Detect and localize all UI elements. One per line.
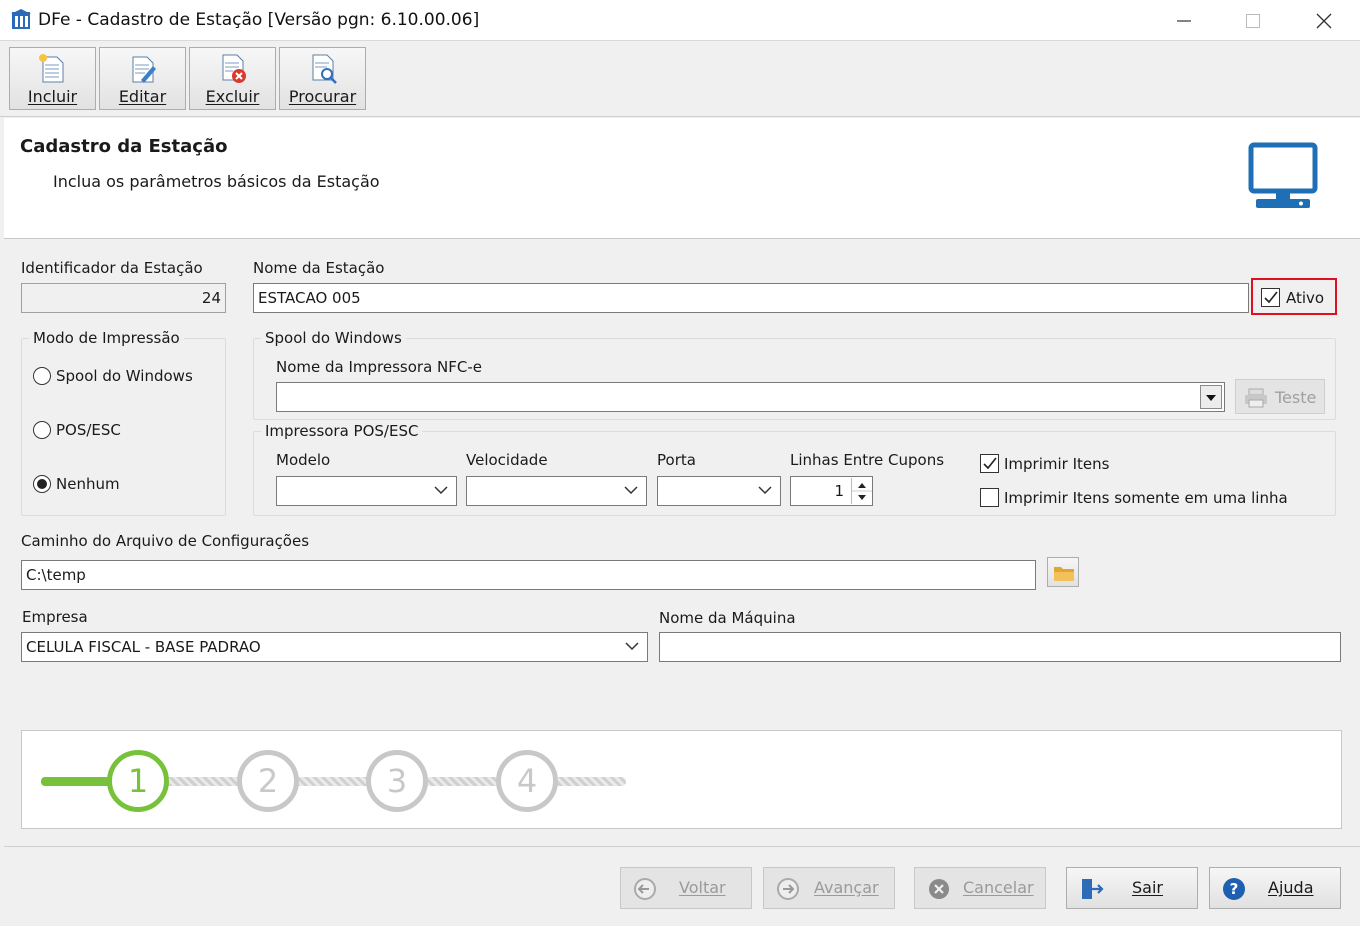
close-button[interactable] [1289, 0, 1359, 41]
config-path-label: Caminho do Arquivo de Configurações [21, 532, 310, 550]
close-icon [1316, 13, 1332, 28]
spin-arrows-icon [852, 483, 872, 500]
forward-arrow-icon [777, 878, 799, 900]
monitor-icon [1248, 142, 1318, 208]
avancar-button[interactable]: Avançar [763, 867, 895, 909]
test-button[interactable]: Teste [1235, 379, 1325, 414]
back-arrow-icon [634, 878, 656, 900]
wizard-step-3: 3 [366, 750, 428, 812]
voltar-label: Voltar [679, 878, 726, 897]
avancar-label: Avançar [814, 878, 879, 897]
radio-nenhum-label: Nenhum [56, 475, 120, 493]
editar-button[interactable]: Editar [99, 47, 186, 110]
printer-label: Nome da Impressora NFC-e [276, 358, 483, 376]
excluir-label: Excluir [205, 87, 260, 106]
printer-select[interactable] [276, 382, 1225, 412]
cancel-icon [929, 879, 949, 899]
radio-nenhum[interactable] [33, 475, 51, 493]
browse-folder-button[interactable] [1047, 557, 1079, 587]
footer-separator [4, 846, 1360, 847]
procurar-button[interactable]: Procurar [279, 47, 366, 110]
pos-legend: Impressora POS/ESC [261, 422, 423, 440]
id-field: 24 [21, 283, 226, 313]
page-subtitle: Inclua os parâmetros básicos da Estação [53, 172, 380, 191]
wizard-step-1: 1 [107, 750, 169, 812]
lines-spinner-buttons[interactable] [851, 478, 872, 504]
print-single-line-checkbox[interactable] [980, 488, 999, 507]
print-items-label: Imprimir Itens [1004, 455, 1110, 473]
print-single-line-label: Imprimir Itens somente em uma linha [1004, 489, 1288, 507]
sair-button[interactable]: Sair [1066, 867, 1198, 909]
voltar-button[interactable]: Voltar [620, 867, 752, 909]
app-logo-icon [11, 9, 31, 29]
printer-dropdown-button[interactable] [1200, 385, 1222, 409]
print-mode-group [21, 338, 226, 516]
ajuda-label: Ajuda [1268, 878, 1314, 897]
new-document-icon [39, 54, 64, 83]
machine-field[interactable] [659, 632, 1341, 662]
name-label: Nome da Estação [253, 259, 385, 277]
print-items-checkbox[interactable] [980, 454, 999, 473]
wizard-step-2: 2 [237, 750, 299, 812]
svg-text:?: ? [1230, 880, 1239, 898]
test-label: Teste [1275, 388, 1317, 407]
chevron-down-icon [434, 486, 448, 495]
incluir-label: Incluir [27, 87, 78, 106]
chevron-down-icon [758, 486, 772, 495]
printer-icon [1245, 388, 1267, 408]
ajuda-button[interactable]: ? Ajuda [1209, 867, 1341, 909]
page-title: Cadastro da Estação [20, 136, 228, 157]
radio-spool-label: Spool do Windows [56, 367, 193, 385]
name-field[interactable]: ESTACAO 005 [253, 283, 1249, 313]
model-select[interactable] [276, 476, 457, 506]
dropdown-arrow-icon [1206, 395, 1216, 401]
delete-document-icon [222, 54, 246, 83]
maximize-button[interactable] [1218, 0, 1288, 41]
port-select[interactable] [657, 476, 781, 506]
id-label: Identificador da Estação [21, 259, 203, 277]
cancelar-label: Cancelar [963, 878, 1034, 897]
sair-label: Sair [1132, 878, 1163, 897]
speed-label: Velocidade [466, 451, 548, 469]
exit-icon [1082, 879, 1104, 899]
spool-legend: Spool do Windows [261, 329, 406, 347]
cancelar-button[interactable]: Cancelar [914, 867, 1046, 909]
minimize-button[interactable] [1149, 0, 1219, 41]
radio-pos-esc[interactable] [33, 421, 51, 439]
ativo-label: Ativo [1286, 289, 1325, 307]
chevron-down-icon [624, 486, 638, 495]
search-document-icon [312, 54, 337, 84]
editar-label: Editar [118, 87, 167, 106]
ativo-checkbox[interactable] [1261, 288, 1280, 307]
config-path-field[interactable]: C:\temp [21, 560, 1036, 590]
print-mode-legend: Modo de Impressão [29, 329, 184, 347]
lines-label: Linhas Entre Cupons [790, 451, 945, 469]
machine-label: Nome da Máquina [659, 609, 796, 627]
radio-pos-esc-label: POS/ESC [56, 421, 121, 439]
port-label: Porta [657, 451, 696, 469]
procurar-label: Procurar [288, 87, 357, 106]
help-icon: ? [1223, 878, 1245, 900]
edit-document-icon [132, 56, 156, 83]
excluir-button[interactable]: Excluir [189, 47, 276, 110]
chevron-down-icon [625, 642, 639, 651]
folder-icon [1054, 567, 1074, 581]
window-title: DFe - Cadastro de Estação [Versão pgn: 6… [38, 10, 480, 30]
company-select[interactable]: CELULA FISCAL - BASE PADRAO [21, 632, 648, 662]
wizard-progress-done [41, 777, 117, 786]
model-label: Modelo [276, 451, 331, 469]
radio-spool[interactable] [33, 367, 51, 385]
company-label: Empresa [22, 608, 88, 626]
company-value: CELULA FISCAL - BASE PADRAO [26, 638, 261, 656]
wizard-step-4: 4 [496, 750, 558, 812]
incluir-button[interactable]: Incluir [9, 47, 96, 110]
speed-select[interactable] [466, 476, 647, 506]
